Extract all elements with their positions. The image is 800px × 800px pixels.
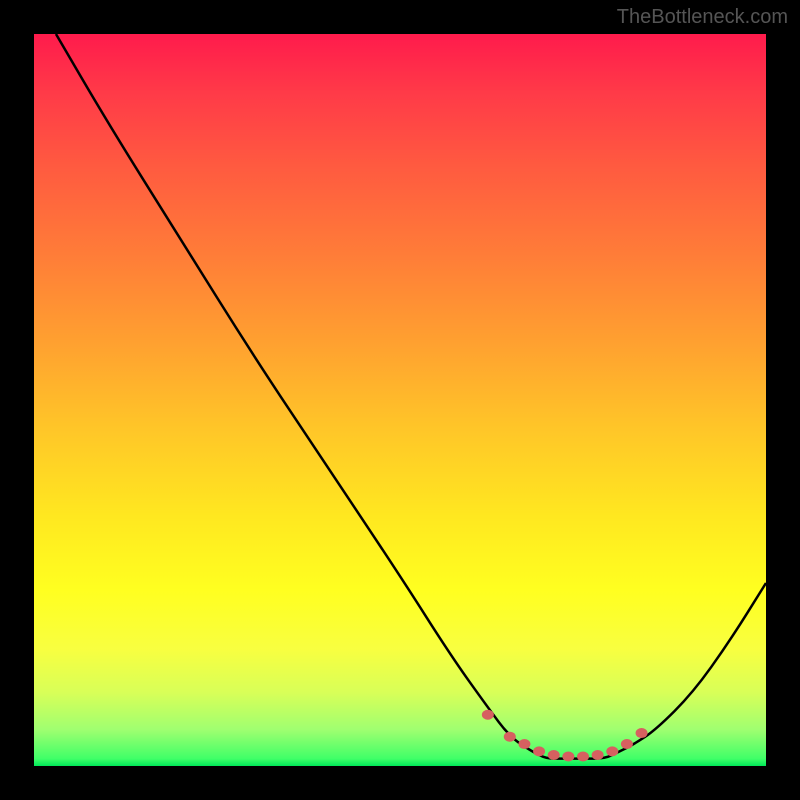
marker-dot (577, 751, 589, 761)
marker-dot (636, 728, 648, 738)
chart-plot-area (34, 34, 766, 766)
marker-dot (621, 739, 633, 749)
chart-svg (34, 34, 766, 766)
marker-dot (606, 746, 618, 756)
marker-dot (548, 750, 560, 760)
marker-dot (504, 732, 516, 742)
marker-dot (592, 750, 604, 760)
watermark-text: TheBottleneck.com (617, 6, 788, 29)
bottleneck-curve (56, 34, 766, 759)
optimal-range-markers (482, 710, 648, 762)
marker-dot (518, 739, 530, 749)
marker-dot (562, 751, 574, 761)
marker-dot (482, 710, 494, 720)
marker-dot (533, 746, 545, 756)
